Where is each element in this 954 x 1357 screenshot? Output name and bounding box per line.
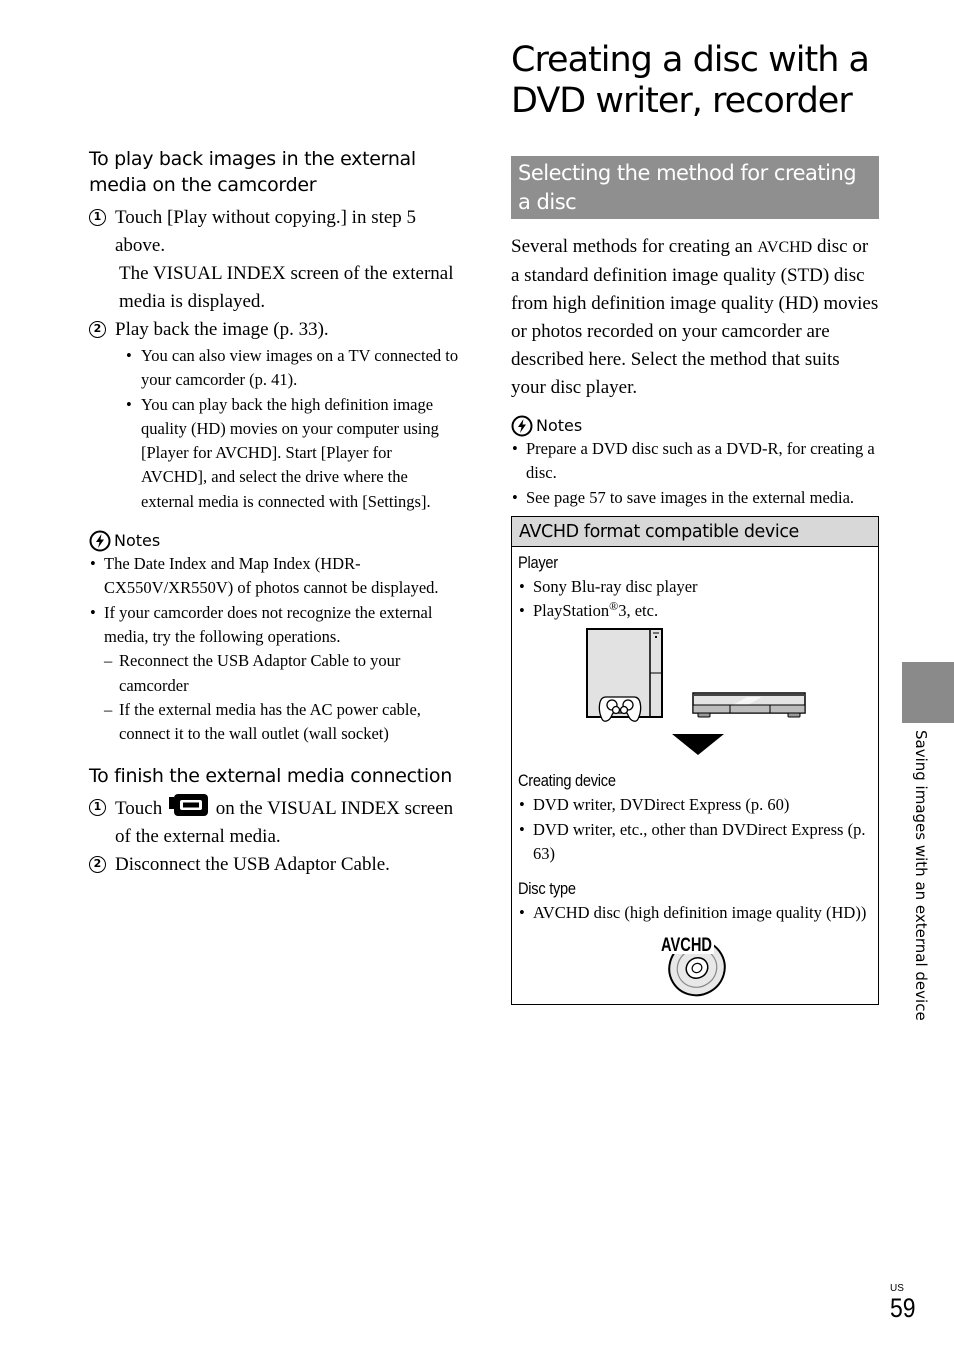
note-item: Prepare a DVD disc such as a DVD-R, for … [511,437,879,486]
right-column: Creating a disc with a DVD writer, recor… [511,40,879,1005]
disc-type-item: AVCHD disc (high definition image qualit… [518,901,872,926]
creating-device-list: DVD writer, DVDirect Express (p. 60) DVD… [518,793,872,866]
chapter-tab-label: Saving images with an external device [912,730,930,1021]
notes-list: The Date Index and Map Index (HDR-CX550V… [89,552,461,649]
notes-label: Notes [536,416,583,435]
player-item: Sony Blu-ray disc player [518,575,872,600]
note-item: If your camcorder does not recognize the… [89,601,461,650]
camcorder-mode-icon [168,794,208,817]
step-number-2-icon: 2 [89,856,106,874]
step-2-text: Play back the image (p. 33). [115,319,329,340]
creating-device-item: DVD writer, DVDirect Express (p. 60) [518,793,872,818]
box-body: Player Sony Blu-ray disc player PlayStat… [512,547,878,1004]
finish-step-1-after: on the VISUAL INDEX screen of the extern… [115,798,454,848]
avchd-logo-text: AVCHD [661,935,712,956]
notes-list: Prepare a DVD disc such as a DVD-R, for … [511,437,879,510]
notes-sub-list: Reconnect the USB Adaptor Cable to your … [89,649,461,746]
finish-steps: 1 Touch on the VISUAL INDEX screen of th… [89,794,461,879]
notes-caution-icon [511,415,533,437]
page-title-line-1: Creating a disc with a [511,40,870,80]
note-sub-item: If the external media has the AC power c… [89,698,461,747]
player-item: PlayStation®3, etc. [518,599,872,624]
finish-step-1-before: Touch [115,798,163,820]
note-item: The Date Index and Map Index (HDR-CX550V… [89,552,461,601]
notes-label: Notes [114,531,161,551]
down-arrow-icon [672,734,724,756]
finish-step-2-text: Disconnect the USB Adaptor Cable. [115,854,390,876]
finish-heading: To finish the external media connection [89,765,452,788]
notes-caution-icon [89,530,111,552]
intro-pre: Several methods for creating an [511,236,753,257]
finish-step-1: 1 Touch on the VISUAL INDEX screen of th… [89,794,461,851]
bluray-player-icon [692,692,806,718]
player-list: Sony Blu-ray disc player PlayStation®3, … [518,575,872,624]
chapter-tab [902,662,954,723]
playback-steps: 1 Touch [Play without copying.] in step … [89,204,461,514]
intro-paragraph: Several methods for creating an AVCHD di… [511,233,879,402]
player-item-suffix: 3, etc. [618,601,659,621]
page-footer: US 59 [890,1283,920,1322]
intro-avchd: AVCHD [757,239,813,256]
intro-post: disc or a standard definition image qual… [511,236,879,398]
step-1-result: The VISUAL INDEX screen of the external … [119,263,454,312]
notes-header: Notes [511,415,879,437]
notes-header: Notes [89,530,461,552]
step-2-bullets: You can also view images on a TV connect… [89,344,461,514]
bullet-item: You can play back the high definition im… [89,393,461,514]
page-title-line-2: DVD writer, recorder [511,81,853,121]
bullet-item: You can also view images on a TV connect… [89,344,461,393]
step-1: 1 Touch [Play without copying.] in step … [89,204,461,316]
avchd-disc-icon: AVCHD [660,933,726,996]
disc-type-list: AVCHD disc (high definition image qualit… [518,901,872,926]
box-title: AVCHD format compatible device [512,516,878,547]
section-heading: Selecting the method for creating a disc [511,156,879,219]
left-column: To play back images in the external medi… [89,146,461,879]
playback-heading: To play back images in the external medi… [89,148,416,196]
page-title: Creating a disc with a DVD writer, recor… [511,40,879,122]
step-2: 2 Play back the image (p. 33). [89,316,461,344]
note-item: See page 57 to save images in the extern… [511,486,879,511]
step-1-text: Touch [Play without copying.] in step 5 … [115,207,417,256]
step-number-1-icon: 1 [89,799,106,817]
finish-step-2: 2 Disconnect the USB Adaptor Cable. [89,851,461,879]
creating-device-label: Creating device [518,771,616,791]
right-notes: Notes Prepare a DVD disc such as a DVD-R… [511,415,879,510]
step-number-2-icon: 2 [89,321,106,338]
registered-mark: ® [609,599,619,614]
player-illustration-svg [586,628,806,756]
avchd-disc-logo: AVCHD [518,926,872,998]
disc-type-label: Disc type [518,879,576,899]
step-number-1-icon: 1 [89,209,106,226]
page-number: 59 [890,1293,916,1323]
player-illustration [518,623,872,763]
player-label: Player [518,552,558,572]
avchd-compatible-box: AVCHD format compatible device Player So… [511,515,879,1005]
left-notes: Notes The Date Index and Map Index (HDR-… [89,530,461,746]
player-item-name: PlayStation [533,601,610,621]
note-sub-item: Reconnect the USB Adaptor Cable to your … [89,649,461,698]
creating-device-item: DVD writer, etc., other than DVDirect Ex… [518,818,872,867]
